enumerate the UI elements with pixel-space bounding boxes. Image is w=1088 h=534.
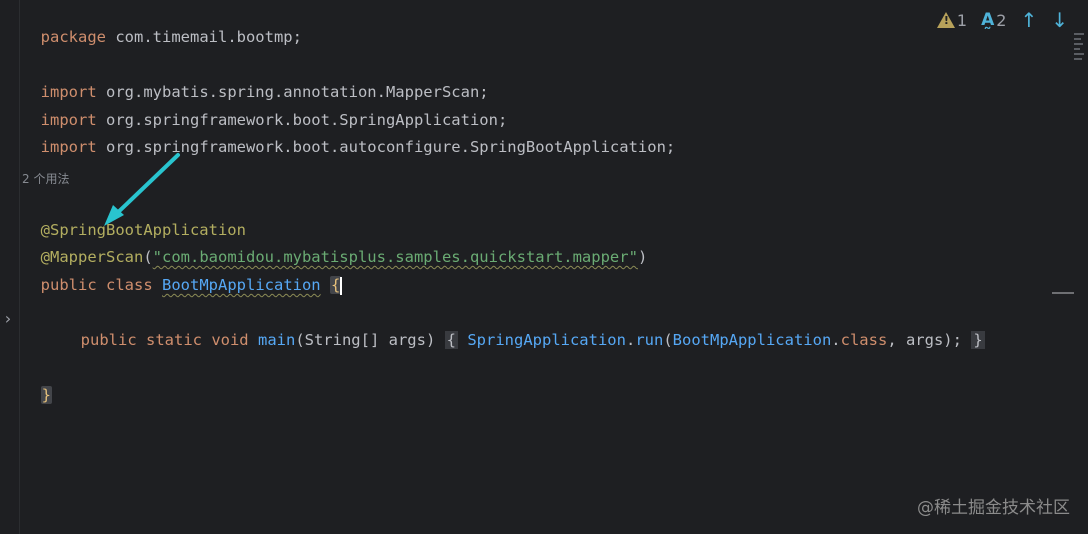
call-args: , args); <box>887 331 962 349</box>
code-line-class-declaration[interactable]: public class BootMpApplication { <box>22 252 343 295</box>
warnings-indicator[interactable]: 1 <box>936 10 968 30</box>
warnings-count: 1 <box>956 10 968 30</box>
code-line-package[interactable]: package com.timemail.bootmp; <box>22 4 302 46</box>
keyword-package: package <box>40 28 106 46</box>
keyword-public-class: public class <box>40 276 162 294</box>
code-line-main-method[interactable]: public static void main(String[] args) {… <box>62 307 985 349</box>
class-name[interactable]: BootMpApplication <box>162 276 321 294</box>
dot: . <box>831 331 841 349</box>
method-params: (String[] args) <box>295 331 436 349</box>
fold-chevron-icon[interactable]: › <box>3 309 13 328</box>
paren-close: ) <box>637 248 648 266</box>
code-line-springboot-annotation[interactable]: @SpringBootApplication <box>22 197 246 239</box>
class-ref-springapplication: SpringApplication <box>467 331 626 349</box>
keyword-public-static-void: public static void <box>80 331 258 349</box>
paren-open: ( <box>663 331 673 349</box>
spelling-count: 2 <box>996 10 1007 30</box>
next-highlight-arrow-icon[interactable]: ↓ <box>1051 8 1068 32</box>
method-run: run <box>635 331 664 349</box>
code-line-import-3[interactable]: import org.springframework.boot.autoconf… <box>22 114 676 156</box>
text-caret <box>340 276 343 295</box>
editor-gutter-divider <box>19 0 20 534</box>
class-ref-bootmpapplication: BootMpApplication <box>672 331 832 349</box>
code-line-mapperscan-annotation[interactable]: @MapperScan("com.baomidou.mybatisplus.sa… <box>22 224 648 266</box>
warning-icon <box>936 12 955 28</box>
spelling-indicator[interactable]: A̰ 2 <box>981 10 1006 30</box>
watermark-text: @稀土掘金技术社区 <box>917 498 1070 518</box>
scroll-position-marker <box>1052 292 1074 294</box>
code-line-import-1[interactable]: import org.mybatis.spring.annotation.Map… <box>22 59 489 101</box>
package-name: com.timemail.bootmp; <box>106 28 302 46</box>
keyword-class: class <box>840 331 888 349</box>
code-line-import-2[interactable]: import org.springframework.boot.SpringAp… <box>22 87 508 129</box>
folded-block-open[interactable]: { <box>444 331 458 349</box>
spelling-icon: A̰ <box>981 10 995 30</box>
code-line-class-close[interactable]: } <box>22 362 53 404</box>
import-path: org.springframework.boot.autoconfigure.S… <box>96 138 676 156</box>
keyword-import: import <box>40 138 97 156</box>
folded-block-close[interactable]: } <box>971 331 985 349</box>
method-name-main: main <box>257 331 296 349</box>
usage-hint[interactable]: 2 个用法 <box>22 170 69 187</box>
inspection-toolbar: 1 A̰ 2 ↑ ↓ <box>936 8 1068 32</box>
class-close-brace: } <box>40 386 53 404</box>
error-stripe[interactable] <box>1074 30 1084 170</box>
dot: . <box>625 331 636 349</box>
previous-highlight-arrow-icon[interactable]: ↑ <box>1020 8 1037 32</box>
